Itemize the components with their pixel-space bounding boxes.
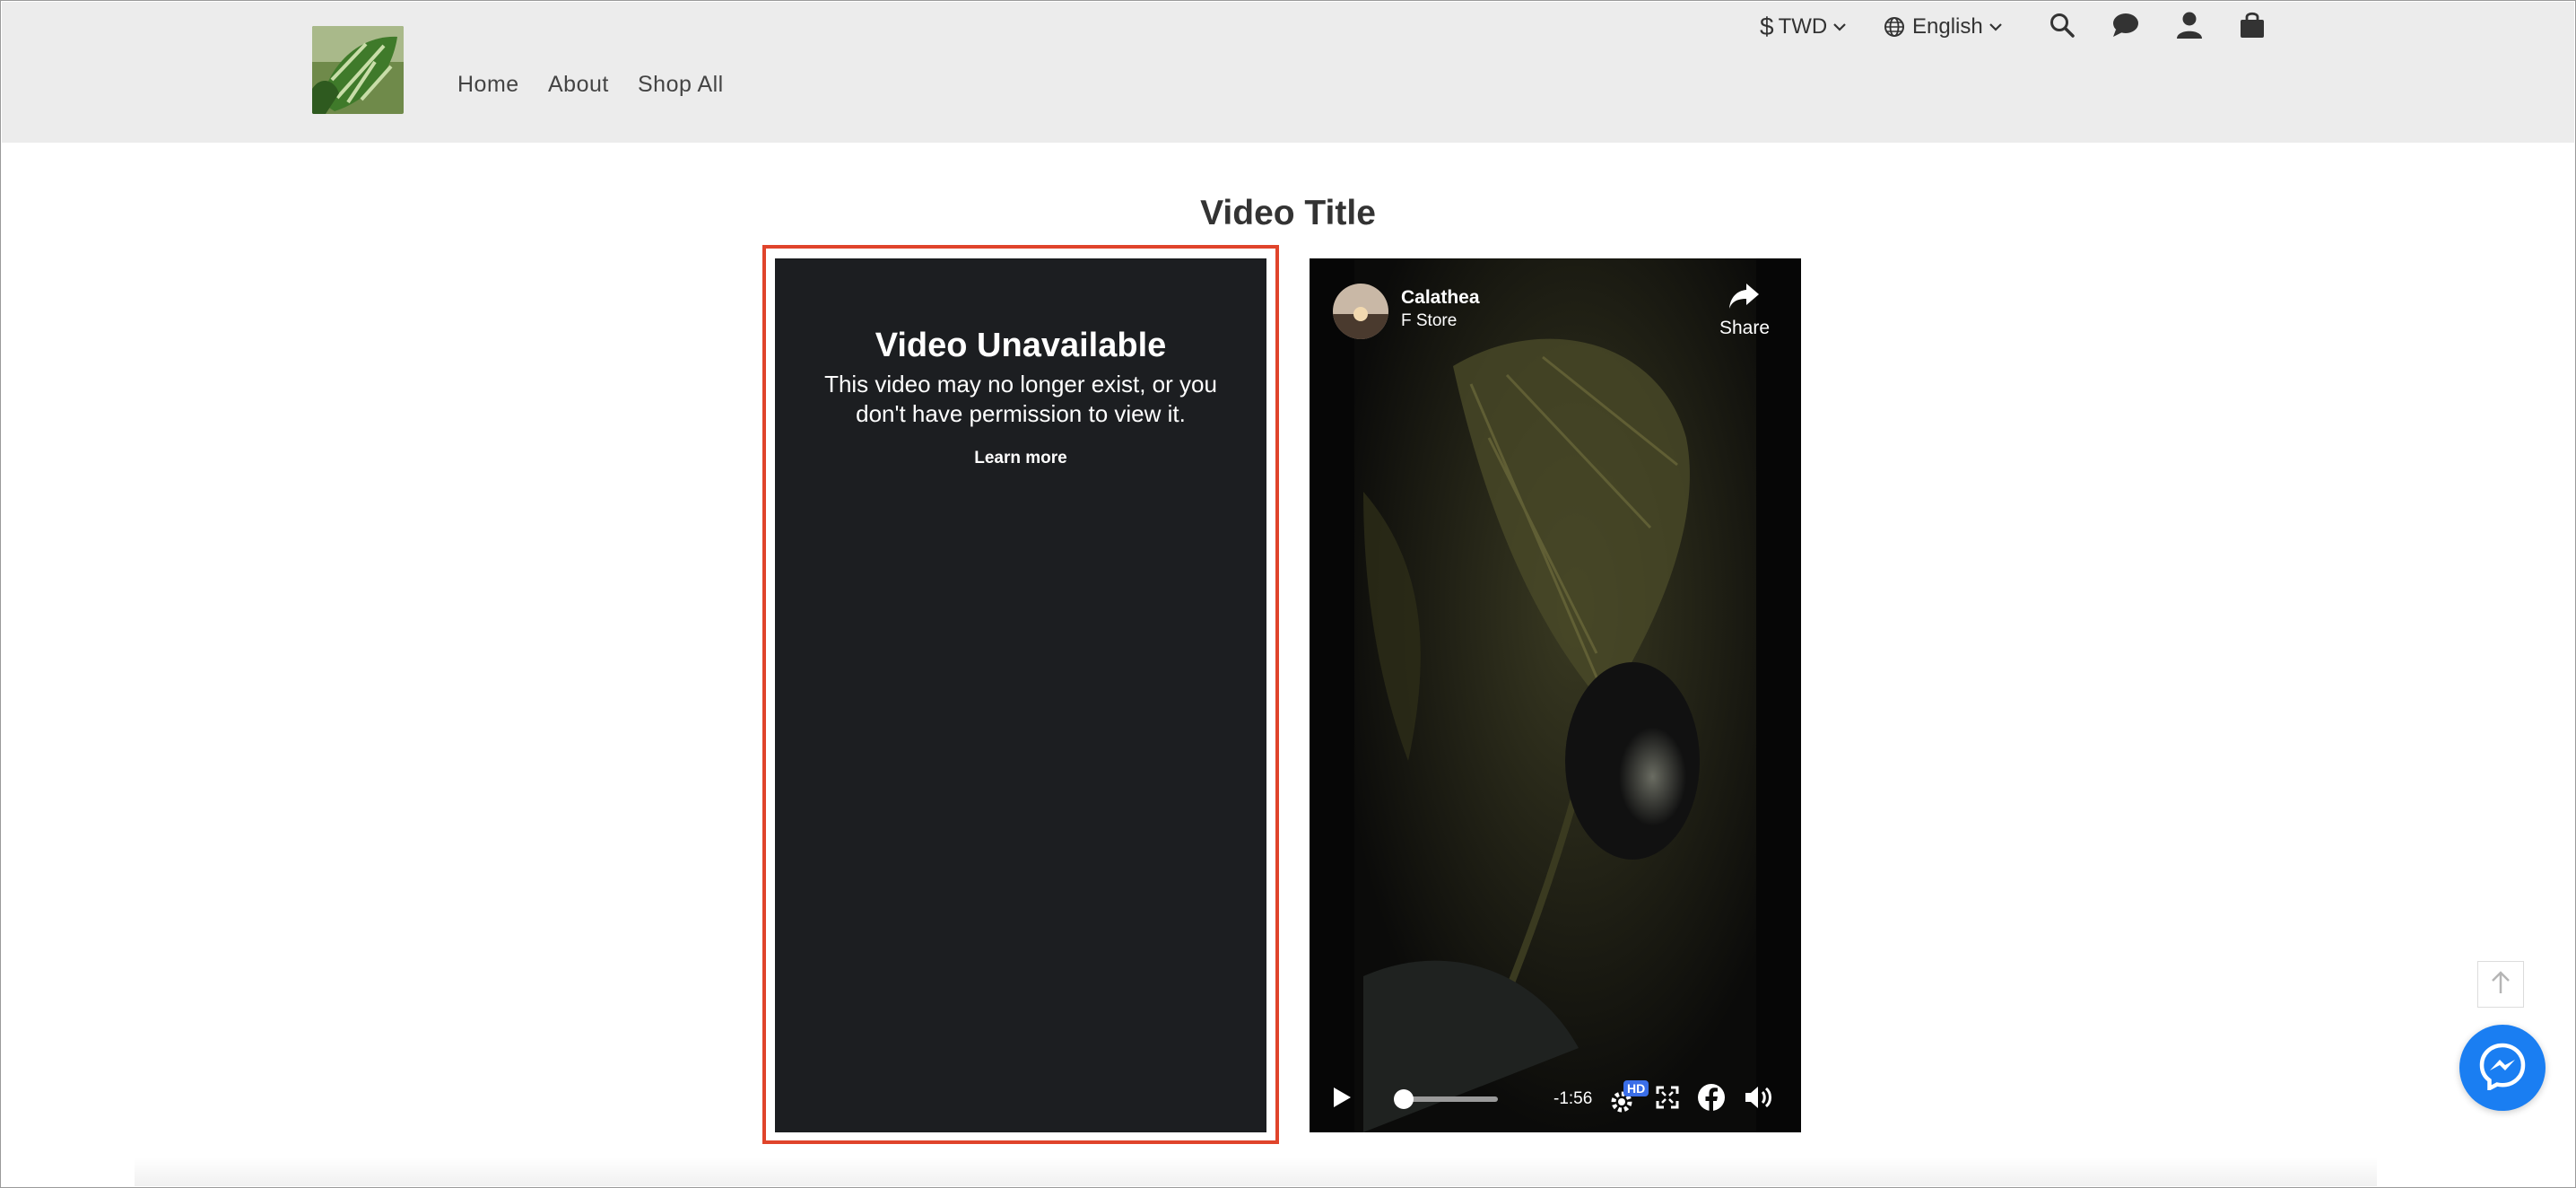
currency-symbol: $ bbox=[1760, 13, 1774, 40]
browser-viewport bbox=[0, 0, 2576, 1188]
volume-button[interactable] bbox=[1744, 1077, 1774, 1122]
share-label: Share bbox=[1719, 318, 1771, 338]
channel-page-name[interactable]: F Store bbox=[1401, 311, 1457, 331]
video-controls: -1:56 HD bbox=[1310, 1077, 1801, 1122]
share-icon bbox=[1713, 280, 1776, 318]
globe-icon bbox=[1884, 16, 1905, 38]
search-button[interactable] bbox=[2044, 9, 2080, 45]
play-icon bbox=[1331, 1086, 1353, 1114]
chat-button[interactable] bbox=[2108, 9, 2144, 45]
progress-slider[interactable] bbox=[1394, 1077, 1501, 1122]
search-icon bbox=[2049, 12, 2076, 43]
play-button[interactable] bbox=[1331, 1077, 1353, 1122]
chevron-down-icon bbox=[1989, 22, 2003, 32]
facebook-icon bbox=[1697, 1083, 1726, 1116]
nav-shop-all[interactable]: Shop All bbox=[638, 72, 724, 98]
arrow-up-icon bbox=[2489, 970, 2512, 1000]
site-header: Home About Shop All $ TWD English bbox=[2, 2, 2574, 143]
settings-button[interactable]: HD bbox=[1609, 1077, 1649, 1122]
page-bottom-shadow bbox=[135, 1157, 2377, 1186]
fullscreen-icon bbox=[1656, 1086, 1679, 1114]
messenger-icon bbox=[2478, 1042, 2527, 1095]
channel-name[interactable]: Calathea bbox=[1401, 287, 1480, 309]
video-unavailable-heading: Video Unavailable bbox=[875, 327, 1167, 364]
back-to-top-button[interactable] bbox=[2477, 961, 2524, 1008]
video-player[interactable]: Calathea F Store Share -1:56 HD bbox=[1310, 258, 1801, 1132]
video-unavailable-panel: Video Unavailable This video may no long… bbox=[775, 258, 1266, 1132]
language-label: English bbox=[1912, 14, 1983, 39]
nav-home[interactable]: Home bbox=[457, 72, 519, 98]
hd-badge: HD bbox=[1623, 1080, 1649, 1096]
time-remaining: -1:56 bbox=[1553, 1089, 1593, 1108]
chevron-down-icon bbox=[1832, 22, 1847, 32]
settings-icon: HD bbox=[1609, 1080, 1649, 1114]
user-icon bbox=[2176, 11, 2203, 44]
site-logo[interactable] bbox=[312, 26, 404, 114]
video-frame bbox=[1310, 258, 1801, 1132]
volume-icon bbox=[1744, 1084, 1774, 1115]
learn-more-link[interactable]: Learn more bbox=[775, 449, 1266, 468]
video-unavailable-message: This video may no longer exist, or you d… bbox=[824, 371, 1217, 427]
messenger-button[interactable] bbox=[2459, 1025, 2546, 1111]
cart-button[interactable] bbox=[2234, 9, 2270, 45]
account-button[interactable] bbox=[2171, 9, 2207, 45]
nav-about[interactable]: About bbox=[548, 72, 609, 98]
fullscreen-button[interactable] bbox=[1656, 1077, 1679, 1122]
currency-selector[interactable]: $ TWD bbox=[1760, 11, 1847, 43]
page-title: Video Title bbox=[1200, 194, 1376, 232]
share-button[interactable]: Share bbox=[1713, 280, 1776, 339]
language-selector[interactable]: English bbox=[1884, 11, 2003, 43]
shopping-bag-icon bbox=[2239, 11, 2266, 44]
facebook-button[interactable] bbox=[1697, 1077, 1726, 1122]
chat-icon bbox=[2111, 12, 2140, 43]
channel-avatar[interactable] bbox=[1333, 284, 1388, 339]
currency-label: TWD bbox=[1778, 14, 1828, 39]
